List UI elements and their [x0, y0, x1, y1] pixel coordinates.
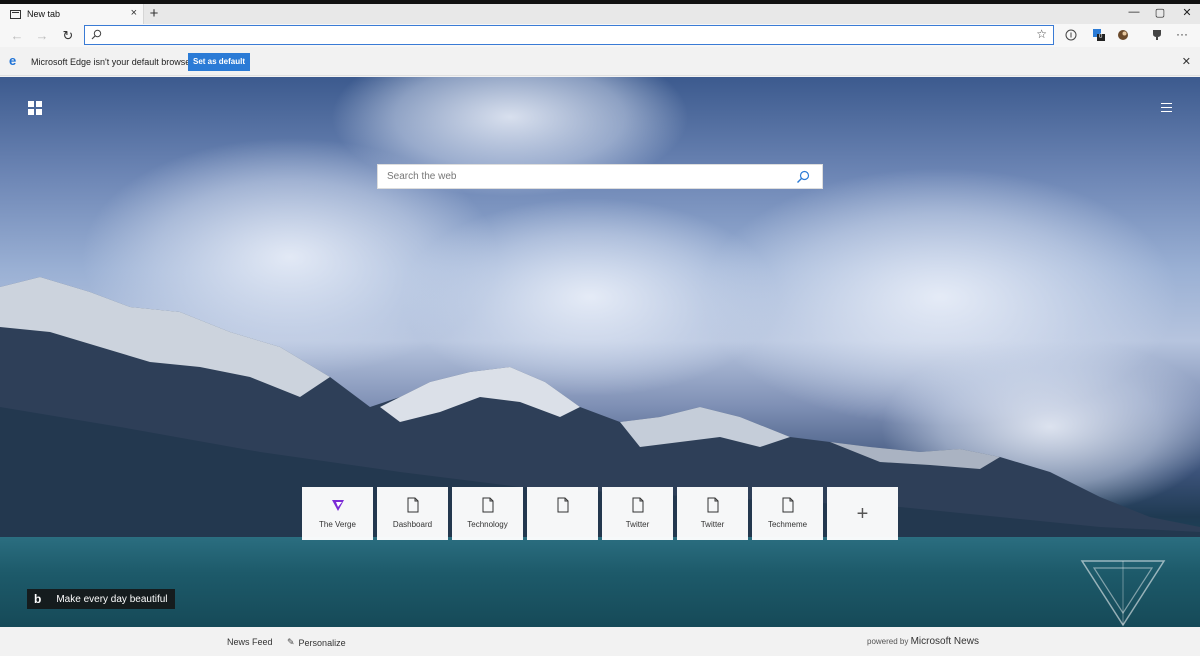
search-icon [91, 29, 102, 43]
back-button[interactable]: ← [8, 27, 26, 45]
page-icon [482, 497, 494, 513]
cookie-icon[interactable] [1116, 28, 1130, 42]
news-footer: News Feed ✎ Personalize powered by Micro… [0, 627, 1200, 656]
windows-logo-icon[interactable] [28, 101, 42, 115]
plus-icon: + [856, 502, 869, 525]
verge-watermark-logo [1080, 560, 1166, 627]
set-as-default-button[interactable]: Set as default [188, 53, 250, 71]
favorite-star-icon[interactable]: ☆ [1036, 27, 1047, 41]
add-site-button[interactable]: + [827, 487, 898, 540]
top-site-tile[interactable] [527, 487, 598, 540]
bing-logo-icon: b [34, 592, 42, 606]
personalize-link[interactable]: ✎ Personalize [287, 637, 346, 648]
close-tab-icon[interactable]: × [131, 7, 137, 19]
tile-label: Technology [467, 520, 508, 529]
top-site-tile[interactable]: The Verge [302, 487, 373, 540]
powered-by-label: powered by [867, 637, 909, 646]
new-tab-button[interactable]: + [145, 4, 163, 24]
page-icon [782, 497, 794, 513]
close-window-button[interactable]: ✕ [1179, 6, 1195, 19]
tab-title: New tab [27, 9, 61, 19]
new-tab-background: The Verge Dashboard Technology Twitter [0, 77, 1200, 627]
bing-caption: Make every day beautiful [56, 593, 168, 605]
address-input[interactable]: ☆ [84, 25, 1054, 45]
top-site-tile[interactable]: Twitter [677, 487, 748, 540]
tile-label: Techmeme [767, 520, 808, 529]
provider-name: Microsoft News [910, 636, 979, 647]
verge-logo-icon [330, 497, 346, 513]
tab-strip: New tab × + — ▢ ✕ [0, 4, 1200, 24]
page-icon [707, 497, 719, 513]
notification-text: Microsoft Edge isn't your default browse… [31, 57, 194, 67]
top-site-tile[interactable]: Twitter [602, 487, 673, 540]
page-settings-menu-icon[interactable] [1161, 103, 1172, 112]
address-bar-row: ← → ↻ ☆ 0 ··· [0, 24, 1200, 47]
tile-label: Twitter [625, 520, 650, 529]
page-icon [407, 497, 419, 513]
reading-view-icon[interactable] [1064, 28, 1078, 42]
tile-label: The Verge [319, 520, 356, 529]
forward-button[interactable]: → [33, 27, 51, 45]
tab-new-tab[interactable]: New tab × [0, 4, 144, 24]
tile-label: Dashboard [392, 520, 433, 529]
lake-reflection [0, 537, 1200, 627]
close-notification-icon[interactable]: ✕ [1182, 55, 1191, 68]
edge-logo-icon: e [9, 53, 17, 68]
pencil-icon: ✎ [287, 637, 295, 647]
powered-by-credit: powered by Microsoft News [867, 636, 979, 647]
extension-badge-count: 0 [1099, 34, 1103, 40]
search-icon[interactable] [796, 170, 810, 187]
page-icon [632, 497, 644, 513]
top-site-tile[interactable]: Techmeme [752, 487, 823, 540]
page-tab-icon [10, 9, 21, 19]
personalize-label: Personalize [298, 637, 346, 648]
search-input[interactable] [378, 165, 778, 188]
default-browser-notification: e Microsoft Edge isn't your default brow… [0, 48, 1200, 76]
more-icon[interactable]: ··· [1176, 27, 1188, 41]
trophy-icon[interactable] [1150, 28, 1164, 42]
top-site-tile[interactable]: Technology [452, 487, 523, 540]
web-search-box [377, 164, 823, 189]
bing-image-credit[interactable]: b Make every day beautiful [27, 589, 175, 609]
minimize-button[interactable]: — [1126, 6, 1142, 18]
tile-label: Twitter [700, 520, 725, 529]
news-feed-link[interactable]: News Feed [227, 637, 273, 647]
refresh-button[interactable]: ↻ [59, 27, 77, 45]
page-icon [557, 497, 569, 513]
maximize-button[interactable]: ▢ [1152, 6, 1168, 19]
top-sites: The Verge Dashboard Technology Twitter T… [302, 487, 898, 540]
top-site-tile[interactable]: Dashboard [377, 487, 448, 540]
